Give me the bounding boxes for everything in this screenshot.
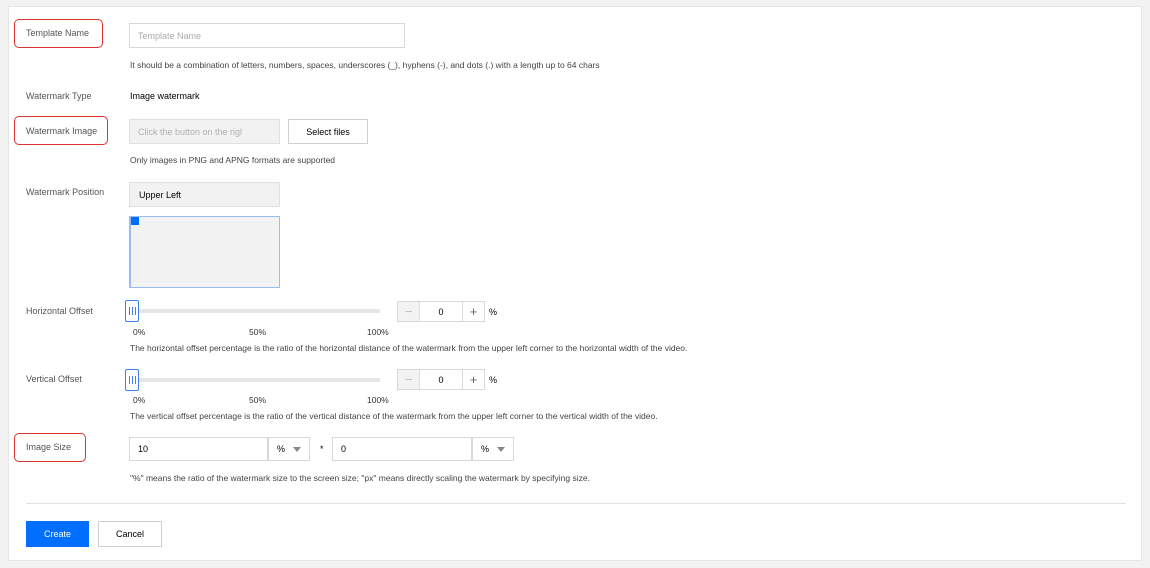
horizontal-offset-stepper: − 0 + [397, 301, 485, 322]
position-preview-box[interactable] [129, 216, 280, 288]
horizontal-offset-hint: The horizontal offset percentage is the … [130, 343, 688, 353]
horizontal-tick-0: 0% [133, 327, 146, 337]
template-name-input[interactable] [129, 23, 405, 48]
template-name-hint: It should be a combination of letters, n… [130, 60, 600, 70]
chevron-down-icon [497, 446, 505, 452]
vertical-offset-handle[interactable] [125, 369, 139, 391]
position-marker-upper-left [131, 217, 139, 225]
image-size-hint: "%" means the ratio of the watermark siz… [130, 473, 590, 483]
image-size-height-unit: % [481, 444, 490, 454]
watermark-type-label: Watermark Type [26, 91, 92, 101]
image-size-separator: * [320, 444, 324, 454]
vertical-offset-value[interactable]: 0 [420, 370, 462, 389]
watermark-type-value: Image watermark [130, 91, 200, 101]
watermark-position-label: Watermark Position [26, 187, 105, 197]
image-size-width-unit-select[interactable]: % [268, 437, 310, 461]
vertical-tick-0: 0% [133, 395, 146, 405]
vertical-offset-track[interactable] [131, 378, 380, 382]
image-size-width-unit: % [277, 444, 286, 454]
image-size-height-input[interactable] [332, 437, 472, 461]
vertical-offset-hint: The vertical offset percentage is the ra… [130, 411, 658, 421]
horizontal-offset-value[interactable]: 0 [420, 302, 462, 321]
horizontal-offset-unit: % [489, 307, 498, 317]
horizontal-offset-track[interactable] [131, 309, 380, 313]
form-panel: Template Name It should be a combination… [8, 6, 1142, 561]
watermark-position-select[interactable]: Upper Left [129, 182, 280, 207]
horizontal-offset-handle[interactable] [125, 300, 139, 322]
horizontal-offset-increment-button[interactable]: + [462, 302, 484, 321]
vertical-offset-increment-button[interactable]: + [462, 370, 484, 389]
vertical-offset-decrement-button[interactable]: − [398, 370, 420, 389]
watermark-image-input [129, 119, 280, 144]
watermark-image-hint: Only images in PNG and APNG formats are … [130, 155, 336, 165]
image-size-label: Image Size [26, 442, 72, 452]
watermark-image-label: Watermark Image [26, 126, 98, 136]
vertical-tick-100: 100% [367, 395, 389, 405]
watermark-position-value: Upper Left [139, 189, 182, 200]
divider [26, 503, 1126, 504]
template-name-label: Template Name [26, 28, 90, 38]
chevron-down-icon [293, 446, 301, 452]
horizontal-tick-100: 100% [367, 327, 389, 337]
create-button[interactable]: Create [26, 521, 89, 547]
horizontal-offset-label: Horizontal Offset [26, 306, 93, 316]
vertical-offset-stepper: − 0 + [397, 369, 485, 390]
select-files-button[interactable]: Select files [288, 119, 368, 144]
image-size-height-unit-select[interactable]: % [472, 437, 514, 461]
horizontal-tick-50: 50% [249, 327, 267, 337]
image-size-width-input[interactable] [129, 437, 268, 461]
horizontal-offset-decrement-button[interactable]: − [398, 302, 420, 321]
cancel-button[interactable]: Cancel [98, 521, 162, 547]
vertical-tick-50: 50% [249, 395, 267, 405]
vertical-offset-unit: % [489, 375, 498, 385]
vertical-offset-label: Vertical Offset [26, 374, 82, 384]
